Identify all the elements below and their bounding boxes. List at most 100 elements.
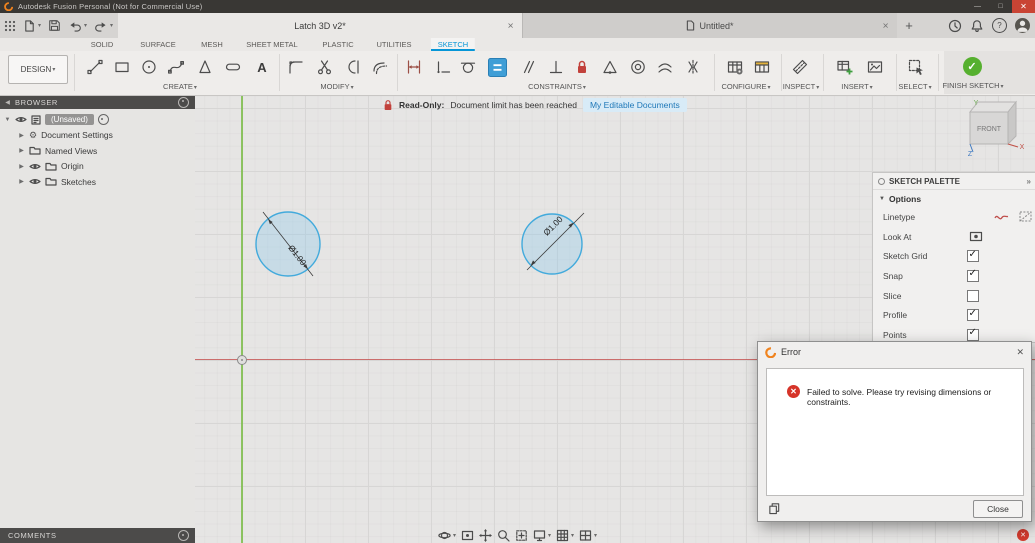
horizontal-vertical-constraint-icon[interactable] xyxy=(432,56,454,78)
sketch-dimension-icon[interactable] xyxy=(403,56,425,78)
spline-tool-icon[interactable] xyxy=(165,56,187,78)
comments-panel-header[interactable]: COMMENTS xyxy=(0,528,195,543)
browser-options-icon[interactable] xyxy=(178,96,189,108)
job-error-badge[interactable]: ✕ xyxy=(1017,529,1029,541)
redo-icon[interactable] xyxy=(94,19,113,33)
tab-sketch[interactable]: SKETCH xyxy=(430,38,476,51)
app-grid-icon[interactable] xyxy=(4,20,16,32)
browser-item-document-settings[interactable]: ▶ ⚙ Document Settings xyxy=(0,128,195,144)
expand-caret-icon[interactable]: ▶ xyxy=(18,132,25,139)
group-label-insert[interactable]: INSERT xyxy=(841,82,872,91)
look-at-view-icon[interactable] xyxy=(461,529,474,542)
close-dialog-button[interactable]: Close xyxy=(973,500,1023,518)
fit-icon[interactable] xyxy=(515,529,528,542)
expand-caret-icon[interactable]: ▶ xyxy=(18,163,25,170)
group-label-select[interactable]: SELECT xyxy=(898,82,931,91)
viewports-icon[interactable] xyxy=(579,529,597,542)
perpendicular-constraint-icon[interactable] xyxy=(545,56,567,78)
group-label-create[interactable]: CREATE xyxy=(163,82,197,91)
design-workspace-dropdown[interactable]: DESIGN xyxy=(8,55,68,84)
comments-options-icon[interactable] xyxy=(178,530,189,541)
file-menu-icon[interactable] xyxy=(23,19,41,33)
pan-icon[interactable] xyxy=(479,529,493,542)
offset-tool-icon[interactable] xyxy=(369,56,391,78)
equal-constraint-icon[interactable] xyxy=(486,56,508,78)
sketch-grid-checkbox[interactable] xyxy=(967,249,979,263)
profile-checkbox[interactable] xyxy=(967,308,979,322)
centerline-linetype-icon[interactable] xyxy=(992,209,1010,225)
parallel-constraint-icon[interactable] xyxy=(517,56,539,78)
collapse-browser-icon[interactable]: ◀ xyxy=(4,99,11,106)
grid-settings-icon[interactable] xyxy=(556,529,574,542)
document-tab-inactive[interactable]: Untitled* ✕ xyxy=(522,13,897,38)
trim-tool-icon[interactable] xyxy=(314,56,336,78)
text-tool-icon[interactable]: A xyxy=(251,56,273,78)
error-dialog-titlebar[interactable]: Error ✕ xyxy=(758,342,1031,362)
line-tool-icon[interactable] xyxy=(84,56,106,78)
help-icon[interactable]: ? xyxy=(992,18,1007,33)
browser-item-origin[interactable]: ▶ Origin xyxy=(0,159,195,175)
visibility-eye-icon[interactable] xyxy=(29,162,41,171)
polygon-tool-icon[interactable] xyxy=(194,56,216,78)
insert-table-icon[interactable] xyxy=(834,56,856,78)
tab-solid[interactable]: SOLID xyxy=(84,38,121,51)
sketch-palette-header[interactable]: SKETCH PALETTE » xyxy=(873,173,1035,190)
browser-item-sketches[interactable]: ▶ Sketches xyxy=(0,174,195,190)
configuration-table-icon[interactable] xyxy=(751,56,773,78)
look-at-icon[interactable] xyxy=(967,229,985,245)
zoom-icon[interactable] xyxy=(497,529,510,542)
group-label-modify[interactable]: MODIFY xyxy=(320,82,353,91)
activate-component-radio[interactable] xyxy=(97,114,109,126)
dialog-close-icon[interactable]: ✕ xyxy=(1016,347,1024,358)
tab-mesh[interactable]: MESH xyxy=(194,38,230,51)
curvature-constraint-icon[interactable] xyxy=(654,56,676,78)
points-checkbox[interactable] xyxy=(967,327,979,341)
maximize-button[interactable]: □ xyxy=(989,0,1012,13)
tab-utilities[interactable]: UTILITIES xyxy=(369,38,418,51)
browser-item-named-views[interactable]: ▶ Named Views xyxy=(0,143,195,159)
expand-caret-icon[interactable]: ▶ xyxy=(18,178,25,185)
new-tab-button[interactable]: + xyxy=(900,13,918,38)
expand-caret-icon[interactable]: ▶ xyxy=(18,147,25,154)
finish-sketch-button[interactable]: ✓ FINISH SKETCH xyxy=(942,51,1035,94)
copy-to-clipboard-icon[interactable] xyxy=(768,502,781,515)
display-settings-icon[interactable] xyxy=(533,529,551,542)
measure-icon[interactable] xyxy=(789,56,811,78)
construction-linetype-icon[interactable] xyxy=(1016,209,1034,225)
extend-tool-icon[interactable] xyxy=(341,56,363,78)
visibility-eye-icon[interactable] xyxy=(15,115,27,124)
minimize-button[interactable]: — xyxy=(966,0,989,13)
collapse-palette-icon[interactable]: » xyxy=(1027,177,1031,186)
job-status-icon[interactable] xyxy=(948,19,962,33)
midpoint-constraint-icon[interactable] xyxy=(599,56,621,78)
view-cube[interactable]: FRONT Y X Z xyxy=(956,96,1032,160)
expand-caret-icon[interactable]: ▼ xyxy=(4,117,11,123)
save-icon[interactable] xyxy=(48,19,61,32)
notifications-bell-icon[interactable] xyxy=(970,19,984,33)
tangent-constraint-icon[interactable] xyxy=(457,56,479,78)
tab-close-icon[interactable]: ✕ xyxy=(882,21,889,30)
configure-icon[interactable] xyxy=(724,56,746,78)
concentric-constraint-icon[interactable] xyxy=(627,56,649,78)
fillet-tool-icon[interactable] xyxy=(285,56,307,78)
tab-close-icon[interactable]: ✕ xyxy=(507,21,514,30)
canvas-insert-icon[interactable] xyxy=(864,56,886,78)
options-section-header[interactable]: ▼ Options xyxy=(873,190,1035,207)
browser-root-row[interactable]: ▼ (Unsaved) xyxy=(0,112,195,128)
snap-checkbox[interactable] xyxy=(967,268,979,282)
select-icon[interactable] xyxy=(905,56,927,78)
group-label-inspect[interactable]: INSPECT xyxy=(783,82,820,91)
slice-checkbox[interactable] xyxy=(967,289,979,302)
circle-tool-icon[interactable] xyxy=(138,56,160,78)
close-button[interactable]: ✕ xyxy=(1012,0,1035,13)
tab-plastic[interactable]: PLASTIC xyxy=(315,38,360,51)
visibility-eye-icon[interactable] xyxy=(29,177,41,186)
orbit-icon[interactable] xyxy=(438,529,456,542)
undo-icon[interactable] xyxy=(68,19,87,33)
profile-avatar[interactable] xyxy=(1015,18,1030,33)
rectangle-tool-icon[interactable] xyxy=(111,56,133,78)
editable-documents-link[interactable]: My Editable Documents xyxy=(582,98,687,112)
slot-tool-icon[interactable] xyxy=(222,56,244,78)
symmetry-constraint-icon[interactable] xyxy=(682,56,704,78)
tab-surface[interactable]: SURFACE xyxy=(133,38,182,51)
